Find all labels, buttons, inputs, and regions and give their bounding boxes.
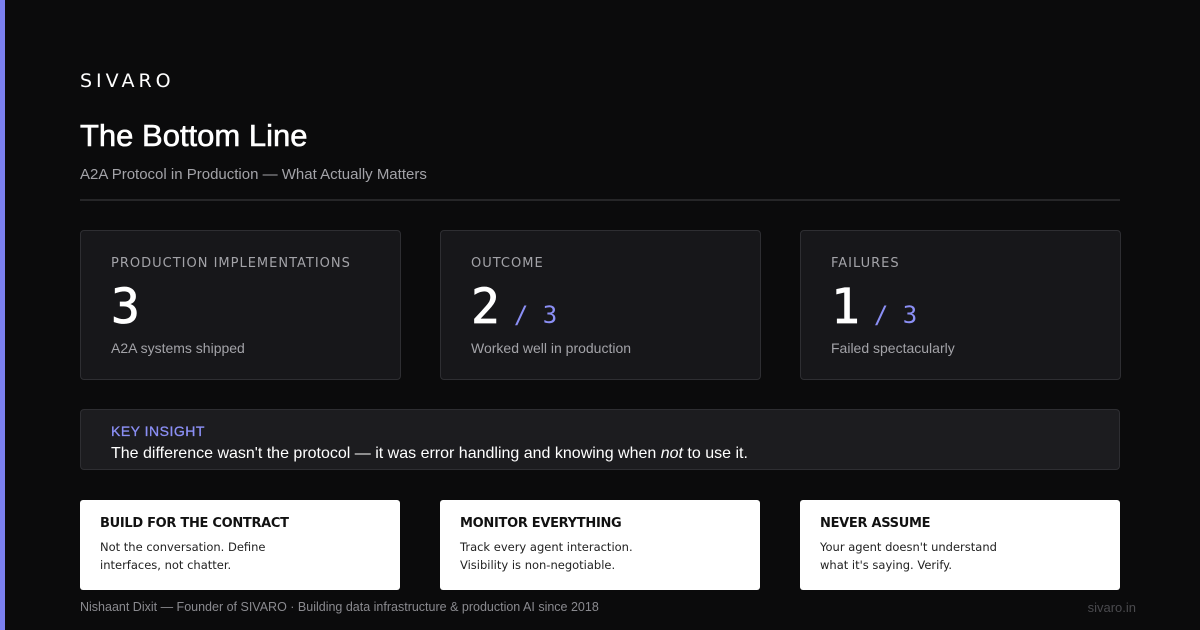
- footer-byline: Nishaant Dixit — Founder of SIVARO · Bui…: [80, 600, 599, 614]
- stat-label: PRODUCTION IMPLEMENTATIONS: [111, 256, 351, 271]
- tip-title: BUILD FOR THE CONTRACT: [100, 516, 289, 531]
- insight-text-emphasis: not: [660, 445, 683, 462]
- stat-label: FAILURES: [831, 256, 900, 271]
- key-insight-panel: KEY INSIGHT The difference wasn't the pr…: [80, 409, 1120, 470]
- tip-card-never-assume: NEVER ASSUME Your agent doesn't understa…: [800, 500, 1120, 590]
- tip-card-contract: BUILD FOR THE CONTRACT Not the conversat…: [80, 500, 400, 590]
- page-title: The Bottom Line: [80, 118, 308, 154]
- stat-card-outcome: OUTCOME 2 / 3 Worked well in production: [440, 230, 761, 380]
- stat-value: 1: [831, 279, 861, 336]
- header-divider: [80, 199, 1120, 201]
- tip-line: Not the conversation. Define: [100, 540, 266, 554]
- tip-line: Your agent doesn't understand: [820, 540, 997, 554]
- stat-value-row: 3: [111, 279, 154, 336]
- stat-card-failures: FAILURES 1 / 3 Failed spectacularly: [800, 230, 1121, 380]
- stat-desc: A2A systems shipped: [111, 340, 245, 356]
- stat-card-implementations: PRODUCTION IMPLEMENTATIONS 3 A2A systems…: [80, 230, 401, 380]
- tip-body: Track every agent interaction. Visibilit…: [460, 538, 660, 574]
- stat-value: 2: [471, 279, 501, 336]
- tip-line: interfaces, not chatter.: [100, 558, 232, 572]
- stat-of: / 3: [873, 301, 918, 329]
- tip-title: NEVER ASSUME: [820, 516, 931, 531]
- insight-text-after: to use it.: [682, 445, 748, 462]
- stat-desc: Failed spectacularly: [831, 340, 955, 356]
- tip-title: MONITOR EVERYTHING: [460, 516, 622, 531]
- insight-text: The difference wasn't the protocol — it …: [111, 445, 748, 463]
- insight-text-before: The difference wasn't the protocol — it …: [111, 445, 661, 462]
- stat-value-row: 1 / 3: [831, 279, 918, 336]
- tip-body: Your agent doesn't understand what it's …: [820, 538, 1020, 574]
- insight-label: KEY INSIGHT: [111, 423, 205, 439]
- stat-label: OUTCOME: [471, 256, 544, 271]
- stat-desc: Worked well in production: [471, 340, 632, 356]
- tip-card-monitor: MONITOR EVERYTHING Track every agent int…: [440, 500, 760, 590]
- tip-body: Not the conversation. Define interfaces,…: [100, 538, 300, 574]
- tip-line: Track every agent interaction.: [460, 540, 633, 554]
- stat-value: 3: [111, 279, 141, 336]
- stat-of: / 3: [513, 301, 558, 329]
- accent-bar: [0, 0, 5, 630]
- tip-line: what it's saying. Verify.: [820, 558, 952, 572]
- tip-line: Visibility is non-negotiable.: [460, 558, 616, 572]
- stat-value-row: 2 / 3: [471, 279, 558, 336]
- page-subtitle: A2A Protocol in Production — What Actual…: [80, 166, 427, 183]
- brand-logo: SIVARO: [80, 70, 175, 92]
- footer-url[interactable]: sivaro.in: [1088, 600, 1136, 615]
